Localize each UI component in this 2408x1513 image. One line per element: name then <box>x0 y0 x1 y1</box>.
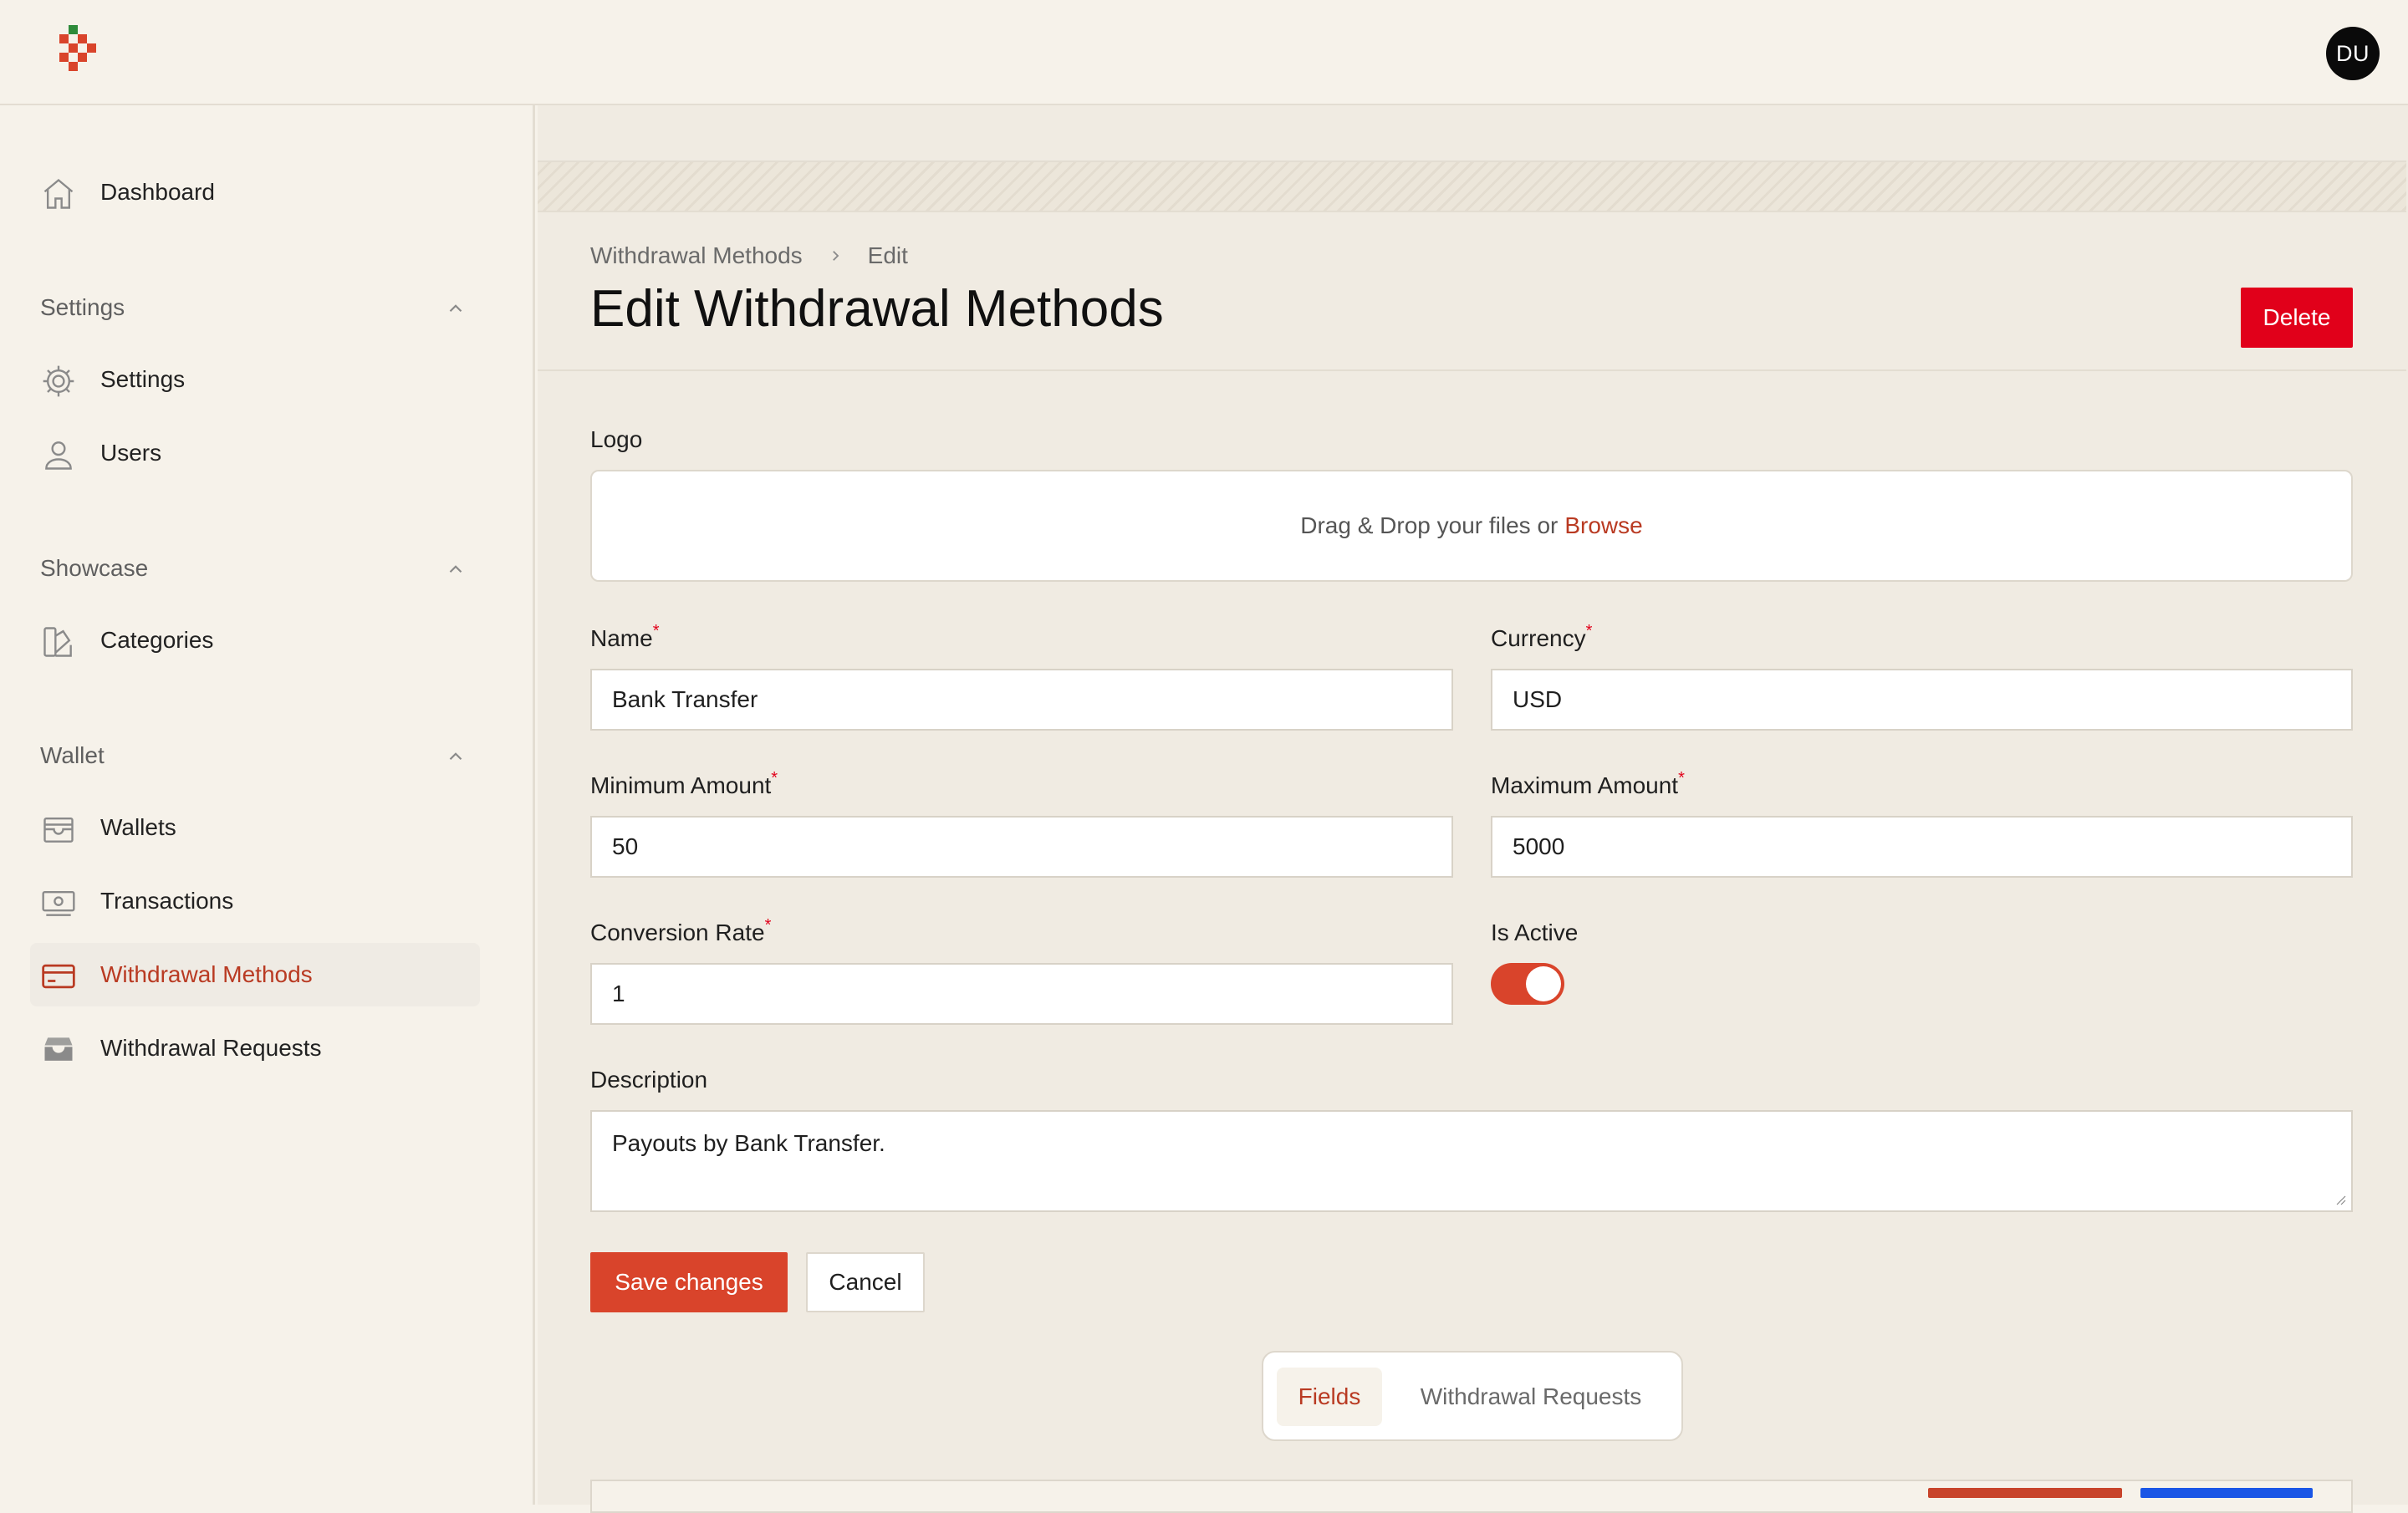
sidebar-item-withdrawal-requests[interactable]: Withdrawal Requests <box>30 1016 480 1080</box>
conversion-rate-field[interactable]: 1 <box>590 963 1453 1025</box>
home-icon <box>40 176 77 212</box>
required-mark: * <box>764 916 772 935</box>
sidebar-group-label: Showcase <box>40 555 149 581</box>
sidebar-group-settings[interactable]: Settings <box>40 291 467 324</box>
sidebar-group-showcase[interactable]: Showcase <box>40 552 467 585</box>
required-mark: * <box>1678 769 1685 787</box>
name-label: Name* <box>590 622 660 651</box>
decorative-stripe <box>538 160 2406 212</box>
description-field[interactable]: Payouts by Bank Transfer. <box>590 1110 2353 1212</box>
sidebar-item-label: Categories <box>100 627 214 653</box>
sidebar-item-label: Withdrawal Methods <box>100 961 313 987</box>
toggle-knob <box>1526 966 1561 1001</box>
fields-panel <box>590 1480 2353 1513</box>
sidebar: Dashboard Settings Settings Users Showca… <box>0 105 535 1505</box>
is-active-label: Is Active <box>1491 920 1579 945</box>
name-field[interactable]: Bank Transfer <box>590 669 1453 731</box>
breadcrumb-link-withdrawal-methods[interactable]: Withdrawal Methods <box>590 242 803 269</box>
app-logo-icon[interactable] <box>57 25 104 82</box>
sidebar-item-label: Settings <box>100 366 186 392</box>
description-value: Payouts by Bank Transfer. <box>612 1130 885 1156</box>
relation-tabs: Fields Withdrawal Requests <box>1262 1351 1683 1441</box>
inbox-stack-icon <box>40 1032 77 1068</box>
sidebar-item-label: Transactions <box>100 888 234 914</box>
logo-label: Logo <box>590 426 643 452</box>
browse-link[interactable]: Browse <box>1564 512 1642 539</box>
chevron-right-icon <box>832 251 839 261</box>
panel-action-button[interactable] <box>1928 1488 2122 1498</box>
sidebar-group-label: Wallet <box>40 742 105 768</box>
conversion-rate-label: Conversion Rate* <box>590 916 772 945</box>
sidebar-item-categories[interactable]: Categories <box>30 609 480 672</box>
sidebar-item-dashboard[interactable]: Dashboard <box>30 160 480 224</box>
sidebar-item-label: Withdrawal Requests <box>100 1035 322 1061</box>
top-bar: DU <box>0 0 2408 105</box>
dropzone-text: Drag & Drop your files or <box>1300 512 1559 538</box>
chevron-up-icon <box>449 752 462 761</box>
logo-dropzone[interactable]: Drag & Drop your files or Browse <box>590 470 2353 582</box>
sidebar-item-transactions[interactable]: Transactions <box>30 869 480 933</box>
resize-handle-icon[interactable] <box>2333 1192 2346 1205</box>
page-header: Withdrawal Methods Edit Edit Withdrawal … <box>538 212 2406 371</box>
maximum-amount-field[interactable]: 5000 <box>1491 816 2353 878</box>
user-icon <box>40 436 77 473</box>
save-changes-button[interactable]: Save changes <box>590 1252 788 1312</box>
sidebar-item-settings[interactable]: Settings <box>30 348 480 411</box>
currency-field[interactable]: USD <box>1491 669 2353 731</box>
is-active-toggle[interactable] <box>1491 963 1564 1005</box>
required-mark: * <box>771 769 778 787</box>
sidebar-item-label: Dashboard <box>100 179 215 205</box>
delete-button[interactable]: Delete <box>2241 288 2353 348</box>
sidebar-group-label: Settings <box>40 294 125 320</box>
wallet-icon <box>40 811 77 848</box>
currency-label: Currency* <box>1491 622 1593 651</box>
minimum-amount-field[interactable]: 50 <box>590 816 1453 878</box>
main-content: Withdrawal Methods Edit Edit Withdrawal … <box>538 105 2408 1513</box>
tab-fields[interactable]: Fields <box>1277 1368 1382 1426</box>
credit-card-icon <box>40 958 77 995</box>
minimum-amount-label: Minimum Amount* <box>590 769 778 798</box>
breadcrumb-current: Edit <box>867 242 908 268</box>
chevron-up-icon <box>449 304 462 313</box>
page-title: Edit Withdrawal Methods <box>590 280 1164 338</box>
chevron-up-icon <box>449 565 462 573</box>
sidebar-item-users[interactable]: Users <box>30 421 480 485</box>
cancel-button[interactable]: Cancel <box>806 1252 925 1312</box>
user-avatar[interactable]: DU <box>2326 27 2380 80</box>
sidebar-item-label: Users <box>100 440 162 466</box>
sidebar-item-wallets[interactable]: Wallets <box>30 796 480 859</box>
panel-action-button[interactable] <box>2140 1488 2313 1498</box>
maximum-amount-label: Maximum Amount* <box>1491 769 1685 798</box>
sidebar-group-wallet[interactable]: Wallet <box>40 739 467 772</box>
required-mark: * <box>1585 622 1593 640</box>
breadcrumb: Withdrawal Methods Edit <box>590 242 908 269</box>
gear-icon <box>40 363 77 400</box>
description-label: Description <box>590 1067 708 1093</box>
tab-withdrawal-requests[interactable]: Withdrawal Requests <box>1397 1368 1665 1426</box>
swatch-icon <box>40 624 77 660</box>
sidebar-item-withdrawal-methods[interactable]: Withdrawal Methods <box>30 943 480 1006</box>
banknotes-icon <box>40 884 77 921</box>
sidebar-item-label: Wallets <box>100 814 176 840</box>
required-mark: * <box>652 622 660 640</box>
